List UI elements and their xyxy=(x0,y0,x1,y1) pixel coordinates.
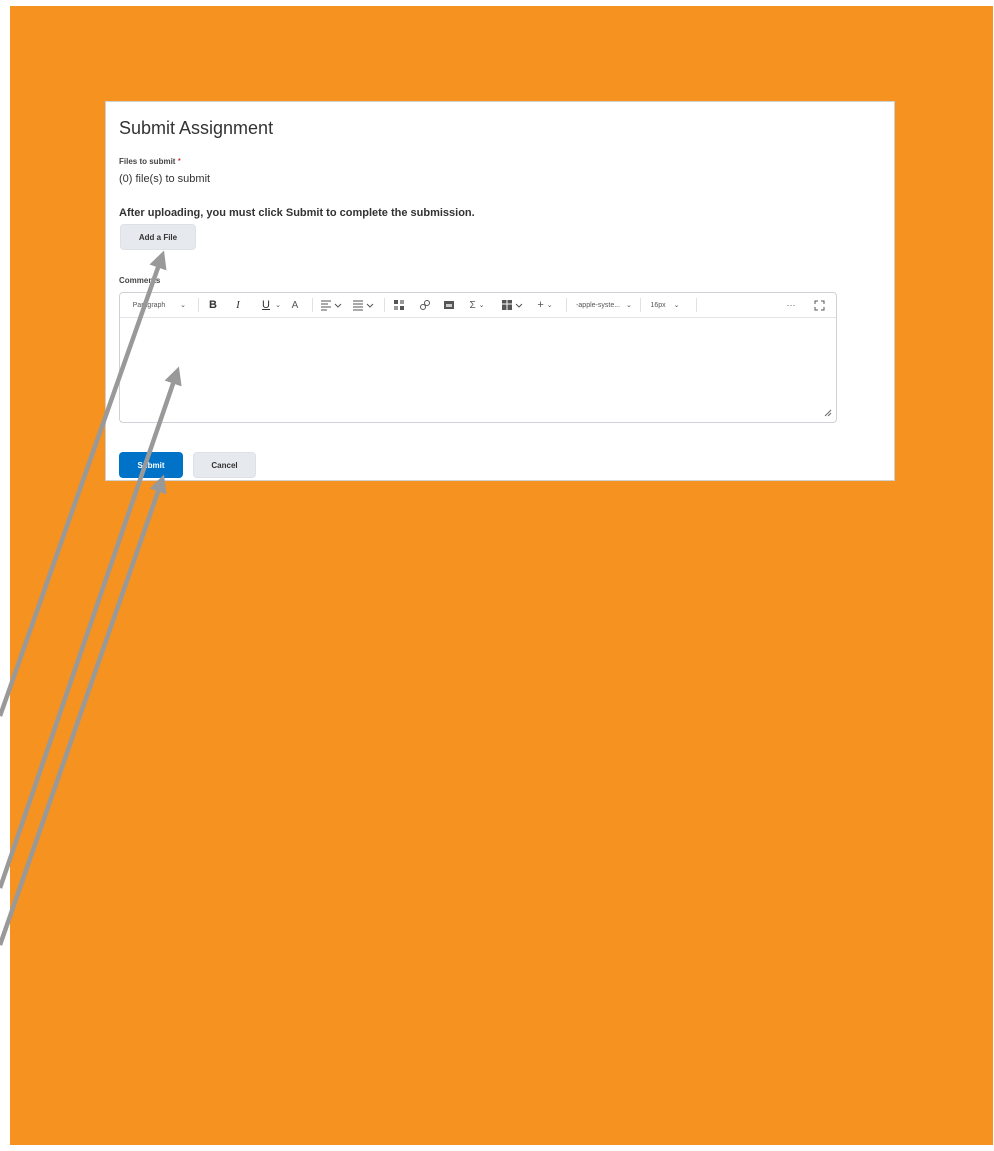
upload-instructions: After uploading, you must click Submit t… xyxy=(119,207,475,219)
table-icon xyxy=(502,300,523,310)
bold-button[interactable]: B xyxy=(206,293,220,317)
editor-toolbar: Paragraph ⌄ B I U ⌄ A Σ ⌄ + ⌄ -apple-sys… xyxy=(120,293,836,318)
fullscreen-button[interactable] xyxy=(812,293,826,317)
image-icon xyxy=(444,301,454,309)
files-to-submit-label: Files to submit * xyxy=(119,157,181,166)
toolbar-divider xyxy=(566,298,567,312)
required-marker: * xyxy=(177,157,181,166)
grid-insert-icon xyxy=(394,300,404,310)
toolbar-divider xyxy=(640,298,641,312)
insert-more-button[interactable]: + ⌄ xyxy=(534,293,556,317)
font-family-dropdown[interactable]: -apple-syste... ⌄ xyxy=(572,293,636,317)
paragraph-format-dropdown[interactable]: Paragraph xyxy=(126,293,172,317)
insert-image-button[interactable] xyxy=(442,293,456,317)
cancel-button[interactable]: Cancel xyxy=(193,452,256,478)
chevron-down-icon: ⌄ xyxy=(478,302,485,309)
list-button[interactable] xyxy=(352,293,374,317)
chevron-down-icon: ⌄ xyxy=(673,302,680,309)
toolbar-divider xyxy=(384,298,385,312)
insert-stuff-button[interactable] xyxy=(392,293,406,317)
toolbar-divider xyxy=(696,298,697,312)
add-file-button[interactable]: Add a File xyxy=(120,224,196,250)
toolbar-divider xyxy=(312,298,313,312)
table-button[interactable] xyxy=(500,293,524,317)
submit-assignment-dialog: Submit Assignment Files to submit * (0) … xyxy=(105,101,895,481)
insert-link-button[interactable] xyxy=(418,293,432,317)
link-icon xyxy=(420,300,430,310)
list-icon xyxy=(353,300,374,311)
sigma-icon: Σ xyxy=(469,299,476,311)
font-size-value: 16px xyxy=(650,301,666,309)
comments-editor[interactable]: Paragraph ⌄ B I U ⌄ A Σ ⌄ + ⌄ -apple-sys… xyxy=(119,292,837,423)
italic-button[interactable]: I xyxy=(232,293,244,317)
font-family-value: -apple-syste... xyxy=(576,301,621,309)
underline-button[interactable]: U xyxy=(260,293,272,317)
submit-button[interactable]: Submit xyxy=(119,452,183,478)
files-count: (0) file(s) to submit xyxy=(119,173,211,185)
toolbar-divider xyxy=(198,298,199,312)
equation-button[interactable]: Σ ⌄ xyxy=(466,293,488,317)
files-to-submit-text: Files to submit xyxy=(119,157,176,166)
chevron-down-icon: ⌄ xyxy=(275,302,281,309)
chevron-down-icon: ⌄ xyxy=(546,302,553,309)
text-color-icon[interactable]: A xyxy=(288,293,302,317)
comments-label: Comments xyxy=(119,276,161,285)
align-button[interactable] xyxy=(320,293,342,317)
chevron-down-icon: ⌄ xyxy=(626,302,632,309)
resize-handle-icon[interactable] xyxy=(824,409,832,419)
chevron-down-icon: ⌄ xyxy=(180,302,186,309)
fullscreen-icon xyxy=(814,300,824,310)
paragraph-format-label: Paragraph xyxy=(132,301,166,309)
font-size-dropdown[interactable]: 16px ⌄ xyxy=(648,293,682,317)
more-options-button[interactable]: ··· xyxy=(784,293,798,317)
align-left-icon xyxy=(321,300,342,311)
plus-icon: + xyxy=(537,299,544,311)
dialog-title: Submit Assignment xyxy=(119,118,274,138)
